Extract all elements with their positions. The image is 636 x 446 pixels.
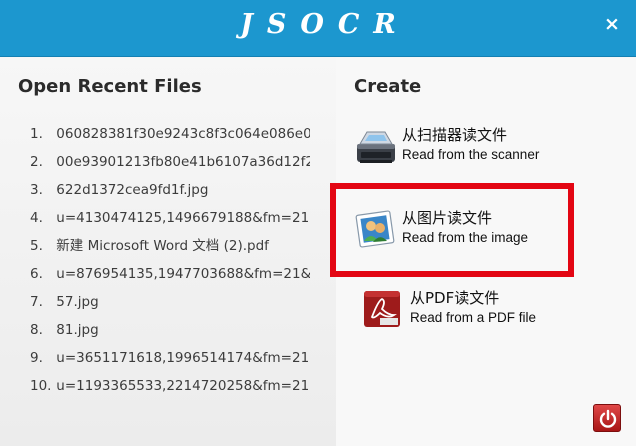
recent-file-number: 3. [30,182,43,198]
recent-file-number: 6. [30,266,43,282]
recent-files-title: Open Recent Files [18,76,202,97]
scanner-icon [354,124,398,168]
highlight-box [330,183,574,277]
recent-file-number: 8. [30,322,43,338]
recent-file-name: 81.jpg [56,322,99,338]
close-button[interactable]: × [604,14,620,34]
recent-file-item[interactable]: 9. u=3651171618,1996514174&fm=21&g [30,348,310,376]
app-window: JSOCR × Open Recent Files 1. 060828381f3… [0,0,636,446]
create-title: Create [354,76,422,97]
recent-file-name: u=876954135,1947703688&fm=21&gp [56,266,310,282]
recent-file-number: 2. [30,154,43,170]
recent-file-item[interactable]: 10. u=1193365533,2214720258&fm=21& [30,376,310,404]
pdf-option-label: 从PDF读文件 [410,289,500,307]
recent-file-number: 7. [30,294,43,310]
recent-file-number: 10. [30,378,52,394]
recent-file-number: 4. [30,210,43,226]
recent-file-item[interactable]: 7. 57.jpg [30,292,310,320]
scanner-option-label: 从扫描器读文件 [402,126,508,144]
recent-file-number: 1. [30,126,43,142]
recent-file-item[interactable]: 2. 00e93901213fb80e41b6107a36d12f2el [30,152,310,180]
recent-file-name: 060828381f30e9243c8f3c064e086e061 [56,126,310,142]
recent-file-item[interactable]: 6. u=876954135,1947703688&fm=21&gp [30,264,310,292]
recent-file-name: u=3651171618,1996514174&fm=21&g [56,350,310,366]
recent-file-name: 00e93901213fb80e41b6107a36d12f2el [56,154,310,170]
recent-file-name: 622d1372cea9fd1f.jpg [56,182,209,198]
recent-file-item[interactable]: 5. 新建 Microsoft Word 文档 (2).pdf [30,236,310,264]
recent-file-number: 5. [30,238,43,254]
recent-file-item[interactable]: 1. 060828381f30e9243c8f3c064e086e061 [30,124,310,152]
create-panel: Create 从扫描器读文件 Read from the scanner 从图片… [330,58,636,446]
scanner-option-subtitle: Read from the scanner [402,147,540,162]
app-title: JSOCR [240,9,410,40]
read-from-scanner-option[interactable]: 从扫描器读文件 Read from the scanner [354,120,584,170]
recent-files-list: 1. 060828381f30e9243c8f3c064e086e061 2. … [30,124,310,404]
recent-file-name: u=1193365533,2214720258&fm=21& [56,378,310,394]
exit-button[interactable] [593,404,621,432]
read-from-pdf-option[interactable]: 从PDF读文件 Read from a PDF file [362,283,592,333]
recent-files-panel: Open Recent Files 1. 060828381f30e9243c8… [0,58,336,446]
title-bar: JSOCR × [0,0,636,57]
recent-file-number: 9. [30,350,43,366]
recent-file-item[interactable]: 3. 622d1372cea9fd1f.jpg [30,180,310,208]
pdf-icon [362,287,406,331]
recent-file-item[interactable]: 4. u=4130474125,1496679188&fm=21&g [30,208,310,236]
recent-file-name: u=4130474125,1496679188&fm=21&g [56,210,310,226]
pdf-option-subtitle: Read from a PDF file [410,310,537,325]
recent-file-item[interactable]: 8. 81.jpg [30,320,310,348]
recent-file-name: 新建 Microsoft Word 文档 (2).pdf [56,238,269,254]
recent-file-name: 57.jpg [56,294,99,310]
